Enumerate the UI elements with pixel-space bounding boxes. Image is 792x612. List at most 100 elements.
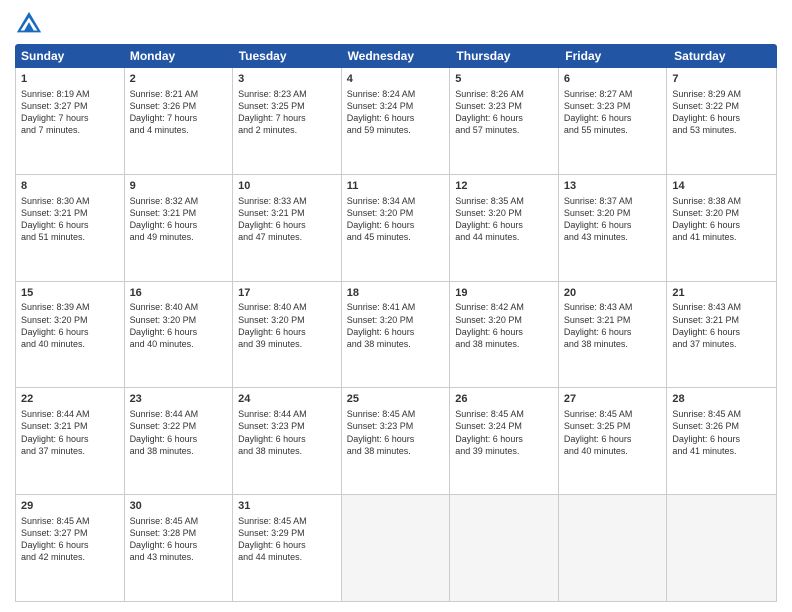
cell-info: Sunrise: 8:41 AM Sunset: 3:20 PM Dayligh… (347, 301, 445, 350)
calendar-week-3: 15Sunrise: 8:39 AM Sunset: 3:20 PM Dayli… (16, 282, 776, 389)
calendar-cell (667, 495, 776, 601)
day-number: 2 (130, 72, 228, 87)
cell-info: Sunrise: 8:45 AM Sunset: 3:27 PM Dayligh… (21, 515, 119, 564)
calendar-cell: 9Sunrise: 8:32 AM Sunset: 3:21 PM Daylig… (125, 175, 234, 281)
calendar-cell: 23Sunrise: 8:44 AM Sunset: 3:22 PM Dayli… (125, 388, 234, 494)
calendar-cell: 15Sunrise: 8:39 AM Sunset: 3:20 PM Dayli… (16, 282, 125, 388)
day-number: 23 (130, 392, 228, 407)
calendar-cell: 5Sunrise: 8:26 AM Sunset: 3:23 PM Daylig… (450, 68, 559, 174)
calendar-cell: 7Sunrise: 8:29 AM Sunset: 3:22 PM Daylig… (667, 68, 776, 174)
calendar-cell: 29Sunrise: 8:45 AM Sunset: 3:27 PM Dayli… (16, 495, 125, 601)
cell-info: Sunrise: 8:43 AM Sunset: 3:21 PM Dayligh… (564, 301, 662, 350)
calendar-cell: 4Sunrise: 8:24 AM Sunset: 3:24 PM Daylig… (342, 68, 451, 174)
calendar-cell: 21Sunrise: 8:43 AM Sunset: 3:21 PM Dayli… (667, 282, 776, 388)
day-number: 29 (21, 499, 119, 514)
cell-info: Sunrise: 8:45 AM Sunset: 3:26 PM Dayligh… (672, 408, 771, 457)
calendar-cell: 24Sunrise: 8:44 AM Sunset: 3:23 PM Dayli… (233, 388, 342, 494)
cell-info: Sunrise: 8:45 AM Sunset: 3:23 PM Dayligh… (347, 408, 445, 457)
cell-info: Sunrise: 8:24 AM Sunset: 3:24 PM Dayligh… (347, 88, 445, 137)
cell-info: Sunrise: 8:30 AM Sunset: 3:21 PM Dayligh… (21, 195, 119, 244)
cell-info: Sunrise: 8:23 AM Sunset: 3:25 PM Dayligh… (238, 88, 336, 137)
day-number: 14 (672, 179, 771, 194)
calendar-cell: 18Sunrise: 8:41 AM Sunset: 3:20 PM Dayli… (342, 282, 451, 388)
day-number: 31 (238, 499, 336, 514)
calendar: SundayMondayTuesdayWednesdayThursdayFrid… (15, 44, 777, 602)
day-number: 11 (347, 179, 445, 194)
cell-info: Sunrise: 8:21 AM Sunset: 3:26 PM Dayligh… (130, 88, 228, 137)
cell-info: Sunrise: 8:27 AM Sunset: 3:23 PM Dayligh… (564, 88, 662, 137)
cell-info: Sunrise: 8:40 AM Sunset: 3:20 PM Dayligh… (130, 301, 228, 350)
calendar-cell: 22Sunrise: 8:44 AM Sunset: 3:21 PM Dayli… (16, 388, 125, 494)
calendar-cell: 28Sunrise: 8:45 AM Sunset: 3:26 PM Dayli… (667, 388, 776, 494)
cell-info: Sunrise: 8:19 AM Sunset: 3:27 PM Dayligh… (21, 88, 119, 137)
day-number: 4 (347, 72, 445, 87)
day-number: 15 (21, 286, 119, 301)
calendar-cell: 13Sunrise: 8:37 AM Sunset: 3:20 PM Dayli… (559, 175, 668, 281)
cell-info: Sunrise: 8:32 AM Sunset: 3:21 PM Dayligh… (130, 195, 228, 244)
calendar-cell: 2Sunrise: 8:21 AM Sunset: 3:26 PM Daylig… (125, 68, 234, 174)
day-header-thursday: Thursday (450, 44, 559, 68)
day-number: 3 (238, 72, 336, 87)
calendar-cell: 25Sunrise: 8:45 AM Sunset: 3:23 PM Dayli… (342, 388, 451, 494)
cell-info: Sunrise: 8:44 AM Sunset: 3:21 PM Dayligh… (21, 408, 119, 457)
day-header-wednesday: Wednesday (342, 44, 451, 68)
page: SundayMondayTuesdayWednesdayThursdayFrid… (0, 0, 792, 612)
calendar-cell: 6Sunrise: 8:27 AM Sunset: 3:23 PM Daylig… (559, 68, 668, 174)
calendar-week-2: 8Sunrise: 8:30 AM Sunset: 3:21 PM Daylig… (16, 175, 776, 282)
cell-info: Sunrise: 8:45 AM Sunset: 3:25 PM Dayligh… (564, 408, 662, 457)
day-header-friday: Friday (559, 44, 668, 68)
cell-info: Sunrise: 8:43 AM Sunset: 3:21 PM Dayligh… (672, 301, 771, 350)
calendar-week-5: 29Sunrise: 8:45 AM Sunset: 3:27 PM Dayli… (16, 495, 776, 601)
header (15, 10, 777, 38)
calendar-cell: 16Sunrise: 8:40 AM Sunset: 3:20 PM Dayli… (125, 282, 234, 388)
cell-info: Sunrise: 8:37 AM Sunset: 3:20 PM Dayligh… (564, 195, 662, 244)
cell-info: Sunrise: 8:44 AM Sunset: 3:23 PM Dayligh… (238, 408, 336, 457)
day-number: 7 (672, 72, 771, 87)
cell-info: Sunrise: 8:40 AM Sunset: 3:20 PM Dayligh… (238, 301, 336, 350)
day-number: 8 (21, 179, 119, 194)
day-number: 12 (455, 179, 553, 194)
calendar-cell: 27Sunrise: 8:45 AM Sunset: 3:25 PM Dayli… (559, 388, 668, 494)
cell-info: Sunrise: 8:33 AM Sunset: 3:21 PM Dayligh… (238, 195, 336, 244)
cell-info: Sunrise: 8:45 AM Sunset: 3:28 PM Dayligh… (130, 515, 228, 564)
day-number: 30 (130, 499, 228, 514)
cell-info: Sunrise: 8:29 AM Sunset: 3:22 PM Dayligh… (672, 88, 771, 137)
day-number: 9 (130, 179, 228, 194)
calendar-cell: 1Sunrise: 8:19 AM Sunset: 3:27 PM Daylig… (16, 68, 125, 174)
logo-icon (15, 10, 43, 38)
calendar-body: 1Sunrise: 8:19 AM Sunset: 3:27 PM Daylig… (15, 68, 777, 602)
cell-info: Sunrise: 8:42 AM Sunset: 3:20 PM Dayligh… (455, 301, 553, 350)
calendar-cell: 8Sunrise: 8:30 AM Sunset: 3:21 PM Daylig… (16, 175, 125, 281)
day-number: 27 (564, 392, 662, 407)
day-number: 5 (455, 72, 553, 87)
cell-info: Sunrise: 8:35 AM Sunset: 3:20 PM Dayligh… (455, 195, 553, 244)
calendar-cell: 20Sunrise: 8:43 AM Sunset: 3:21 PM Dayli… (559, 282, 668, 388)
calendar-cell: 10Sunrise: 8:33 AM Sunset: 3:21 PM Dayli… (233, 175, 342, 281)
calendar-cell: 17Sunrise: 8:40 AM Sunset: 3:20 PM Dayli… (233, 282, 342, 388)
day-number: 20 (564, 286, 662, 301)
calendar-cell: 11Sunrise: 8:34 AM Sunset: 3:20 PM Dayli… (342, 175, 451, 281)
calendar-cell (559, 495, 668, 601)
day-header-saturday: Saturday (668, 44, 777, 68)
calendar-cell: 30Sunrise: 8:45 AM Sunset: 3:28 PM Dayli… (125, 495, 234, 601)
calendar-cell (342, 495, 451, 601)
day-number: 18 (347, 286, 445, 301)
calendar-week-4: 22Sunrise: 8:44 AM Sunset: 3:21 PM Dayli… (16, 388, 776, 495)
day-number: 26 (455, 392, 553, 407)
day-number: 16 (130, 286, 228, 301)
day-number: 1 (21, 72, 119, 87)
calendar-cell (450, 495, 559, 601)
day-number: 10 (238, 179, 336, 194)
calendar-cell: 19Sunrise: 8:42 AM Sunset: 3:20 PM Dayli… (450, 282, 559, 388)
calendar-cell: 14Sunrise: 8:38 AM Sunset: 3:20 PM Dayli… (667, 175, 776, 281)
day-number: 24 (238, 392, 336, 407)
cell-info: Sunrise: 8:39 AM Sunset: 3:20 PM Dayligh… (21, 301, 119, 350)
logo (15, 10, 47, 38)
calendar-cell: 31Sunrise: 8:45 AM Sunset: 3:29 PM Dayli… (233, 495, 342, 601)
day-number: 21 (672, 286, 771, 301)
calendar-cell: 26Sunrise: 8:45 AM Sunset: 3:24 PM Dayli… (450, 388, 559, 494)
calendar-week-1: 1Sunrise: 8:19 AM Sunset: 3:27 PM Daylig… (16, 68, 776, 175)
cell-info: Sunrise: 8:45 AM Sunset: 3:29 PM Dayligh… (238, 515, 336, 564)
day-number: 25 (347, 392, 445, 407)
day-header-monday: Monday (124, 44, 233, 68)
